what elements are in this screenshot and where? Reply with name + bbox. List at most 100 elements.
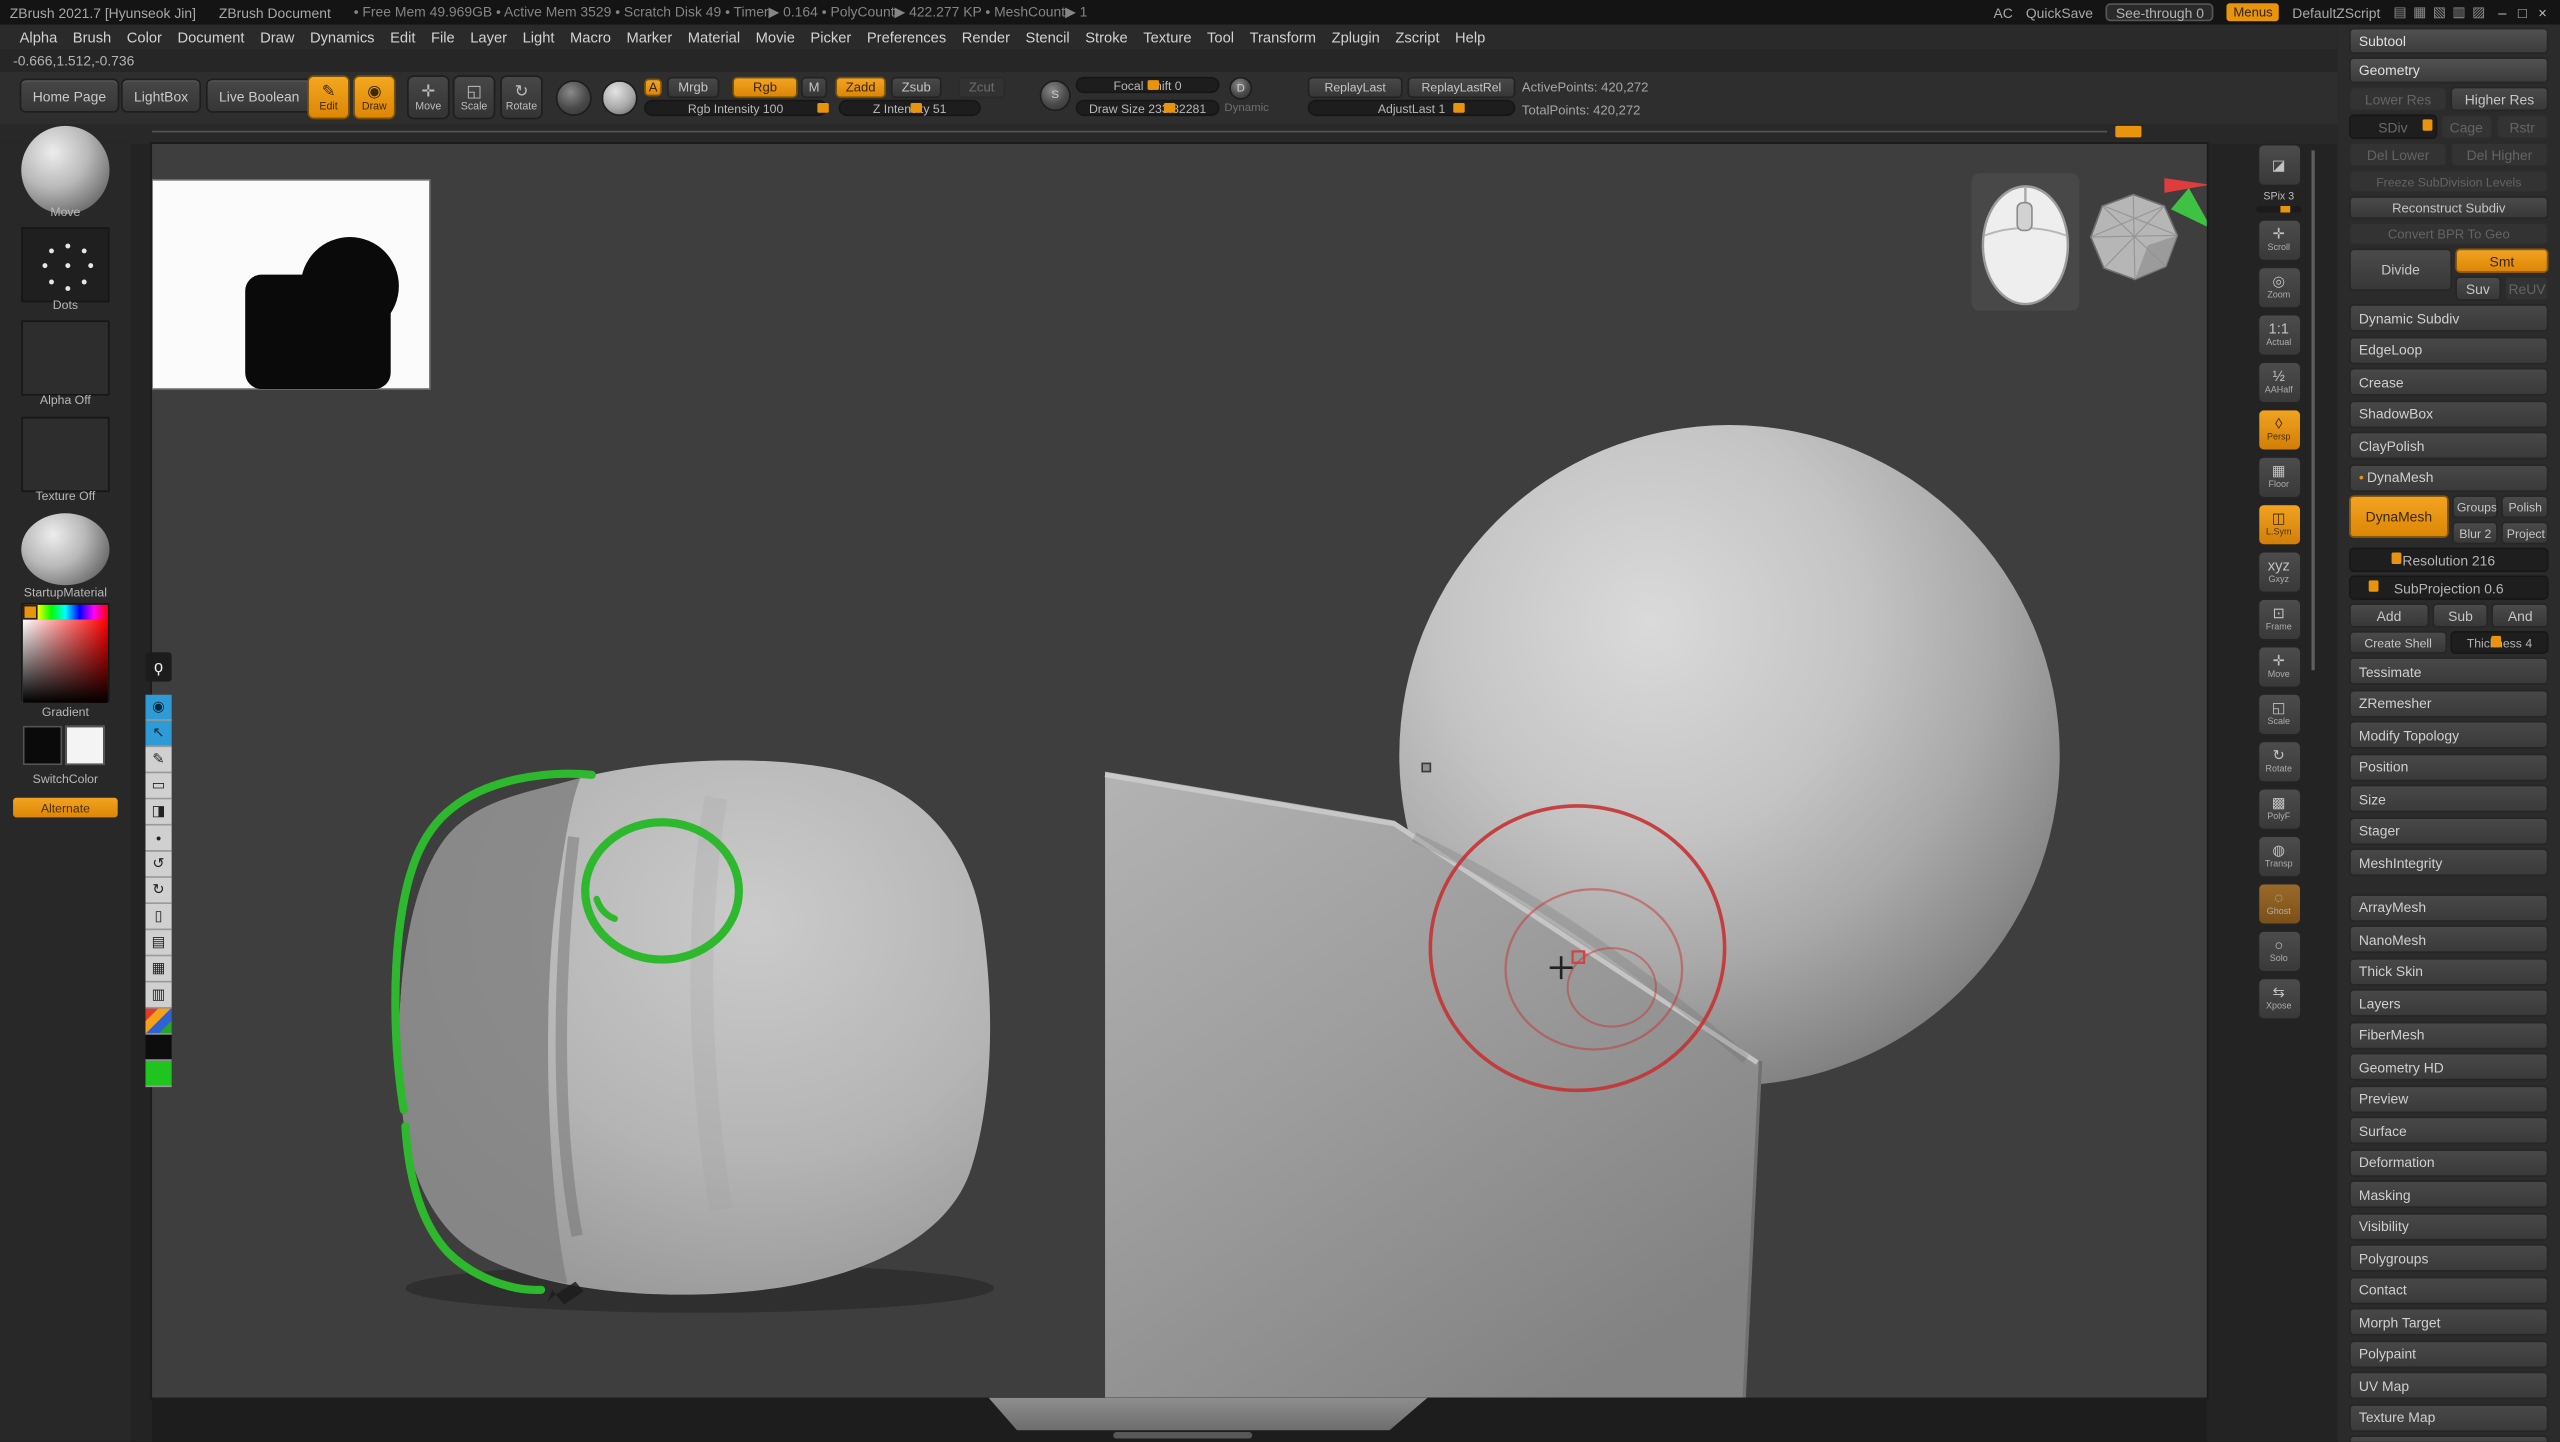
live-boolean-button[interactable]: Live Boolean xyxy=(206,78,313,112)
right-shelf-button[interactable]: 1:1 Actual xyxy=(2257,314,2301,357)
window-control-button[interactable]: × xyxy=(2538,4,2547,20)
subpalette-header[interactable]: FiberMesh xyxy=(2349,1021,2548,1049)
quick-strip-cell[interactable] xyxy=(145,1061,171,1087)
thickness-thumb[interactable] xyxy=(2492,636,2502,647)
color-picker[interactable] xyxy=(21,603,109,701)
quick-strip-cell[interactable]: ↺ xyxy=(145,852,171,878)
menu-item[interactable]: File xyxy=(431,29,455,45)
menu-item[interactable]: Preferences xyxy=(867,29,946,45)
section-header[interactable]: Modify Topology xyxy=(2349,721,2548,749)
document-canvas[interactable] xyxy=(152,144,2207,1398)
right-shelf-button[interactable]: ✛ Move xyxy=(2257,646,2301,689)
quick-strip-cell[interactable]: ↻ xyxy=(145,878,171,904)
dynamesh-section-header[interactable]: •DynaMesh xyxy=(2349,463,2548,491)
dynamesh-project-button[interactable]: Project xyxy=(2502,521,2549,544)
z-intensity-slider[interactable]: Z Intensity 51 xyxy=(839,100,981,116)
menu-item[interactable]: Color xyxy=(127,29,162,45)
sdiv-thumb[interactable] xyxy=(2423,119,2433,130)
menu-item[interactable]: Light xyxy=(523,29,555,45)
zadd-button[interactable]: Zadd xyxy=(835,77,886,98)
del-higher-button[interactable]: Del Higher xyxy=(2450,142,2548,167)
layout-icon[interactable]: ▧ xyxy=(2433,3,2446,21)
quick-strip-cell[interactable]: ✎ xyxy=(145,747,171,773)
subpalette-header[interactable]: Masking xyxy=(2349,1180,2548,1208)
right-shelf-button[interactable]: ▦ Floor xyxy=(2257,456,2301,499)
subpalette-header[interactable]: Surface xyxy=(2349,1117,2548,1145)
section-header[interactable]: ClayPolish xyxy=(2349,432,2548,460)
right-shelf-button[interactable]: ◊ Persp xyxy=(2257,409,2301,452)
stroke-s-badge[interactable]: S xyxy=(1040,80,1071,111)
subpalette-header[interactable]: Displacement Map xyxy=(2349,1435,2548,1442)
menus-button[interactable]: Menus xyxy=(2227,3,2279,21)
right-shelf-button[interactable]: ◌ Ghost xyxy=(2257,883,2301,926)
right-shelf-button[interactable]: ◱ Scale xyxy=(2257,693,2301,736)
sdiv-slider[interactable]: SDiv xyxy=(2349,114,2437,139)
sv-square[interactable] xyxy=(23,620,108,703)
resolution-slider[interactable]: Resolution 216 xyxy=(2349,548,2548,573)
subpalette-header[interactable]: Thick Skin xyxy=(2349,957,2548,985)
right-shelf-button[interactable]: ✛ Scroll xyxy=(2257,219,2301,262)
adjust-last-slider[interactable]: AdjustLast 1 xyxy=(1308,100,1516,116)
draw-button[interactable]: ◉ Draw xyxy=(353,75,396,119)
menu-item[interactable]: Render xyxy=(962,29,1010,45)
auto-masking-badge[interactable]: A xyxy=(644,78,662,96)
zcut-button[interactable]: Zcut xyxy=(958,77,1005,98)
layout-icon[interactable]: ▥ xyxy=(2452,3,2465,21)
menu-item[interactable]: Stroke xyxy=(1085,29,1128,45)
layout-icon[interactable]: ▨ xyxy=(2472,3,2485,21)
menu-item[interactable]: Document xyxy=(177,29,244,45)
dynamesh-sub-button[interactable]: Sub xyxy=(2432,603,2489,628)
quicksave-button[interactable]: QuickSave xyxy=(2026,4,2093,20)
alternate-button[interactable]: Alternate xyxy=(13,798,118,818)
mrgb-button[interactable]: Mrgb xyxy=(667,77,719,98)
higher-res-button[interactable]: Higher Res xyxy=(2450,87,2548,112)
right-shelf-scrollbar[interactable] xyxy=(2311,150,2314,670)
right-shelf-button[interactable]: ⇆ Xpose xyxy=(2257,978,2301,1021)
right-shelf-button[interactable]: ↻ Rotate xyxy=(2257,741,2301,784)
right-shelf-button[interactable]: ◍ Transp xyxy=(2257,835,2301,878)
quick-strip-cell[interactable]: ▥ xyxy=(145,982,171,1008)
subpalette-header[interactable]: UV Map xyxy=(2349,1372,2548,1400)
section-header[interactable]: MeshIntegrity xyxy=(2349,848,2548,876)
menu-item[interactable]: Help xyxy=(1455,29,1485,45)
menu-item[interactable]: Macro xyxy=(570,29,611,45)
section-header[interactable]: Position xyxy=(2349,753,2548,781)
section-header[interactable]: EdgeLoop xyxy=(2349,336,2548,364)
default-zscript-label[interactable]: DefaultZScript xyxy=(2292,4,2380,20)
menu-item[interactable]: Edit xyxy=(390,29,415,45)
right-shelf-button[interactable]: ◫ L.Sym xyxy=(2257,503,2301,546)
zsub-button[interactable]: Zsub xyxy=(891,77,942,98)
reconstruct-subdiv-button[interactable]: Reconstruct Subdiv xyxy=(2349,196,2548,219)
subpalette-header[interactable]: NanoMesh xyxy=(2349,925,2548,953)
subpalette-header[interactable]: Visibility xyxy=(2349,1212,2548,1240)
lightbox-button[interactable]: LightBox xyxy=(121,78,201,112)
draw-size-thumb[interactable] xyxy=(1164,103,1175,113)
subpalette-header[interactable]: Layers xyxy=(2349,989,2548,1017)
secondary-color-swatch[interactable] xyxy=(65,726,104,765)
resolution-thumb[interactable] xyxy=(2392,553,2402,564)
rstr-button[interactable]: Rstr xyxy=(2496,114,2549,139)
stroke-dots-thumbnail[interactable] xyxy=(21,227,109,302)
menu-item[interactable]: Zscript xyxy=(1395,29,1439,45)
quick-strip-cell[interactable]: ▤ xyxy=(145,930,171,956)
quick-strip-cell[interactable]: ▯ xyxy=(145,904,171,930)
dynamesh-button[interactable]: DynaMesh xyxy=(2349,495,2449,538)
spix-track[interactable] xyxy=(2256,206,2302,213)
menu-item[interactable]: Transform xyxy=(1250,29,1316,45)
right-shelf-button[interactable]: ◎ Zoom xyxy=(2257,266,2301,309)
right-shelf-button[interactable]: ½ AAHalf xyxy=(2257,361,2301,404)
menu-item[interactable]: Tool xyxy=(1207,29,1234,45)
subpalette-header[interactable]: Polygroups xyxy=(2349,1244,2548,1272)
home-page-button[interactable]: Home Page xyxy=(20,78,120,112)
rotate-button[interactable]: ↻ Rotate xyxy=(500,75,543,119)
lightbulb-icon[interactable]: ϙ xyxy=(145,652,171,681)
divide-button[interactable]: Divide xyxy=(2349,248,2452,291)
right-shelf-button[interactable]: ○ Solo xyxy=(2257,930,2301,973)
dynamesh-groups-button[interactable]: Groups xyxy=(2452,495,2499,518)
smt-button[interactable]: Smt xyxy=(2455,248,2548,273)
texture-thumbnail[interactable] xyxy=(21,417,109,492)
spix-thumb[interactable] xyxy=(2281,206,2291,213)
menu-item[interactable]: Alpha xyxy=(20,29,58,45)
material-preview-icon[interactable] xyxy=(602,80,638,116)
dynamic-d-badge[interactable]: D xyxy=(1229,77,1252,100)
